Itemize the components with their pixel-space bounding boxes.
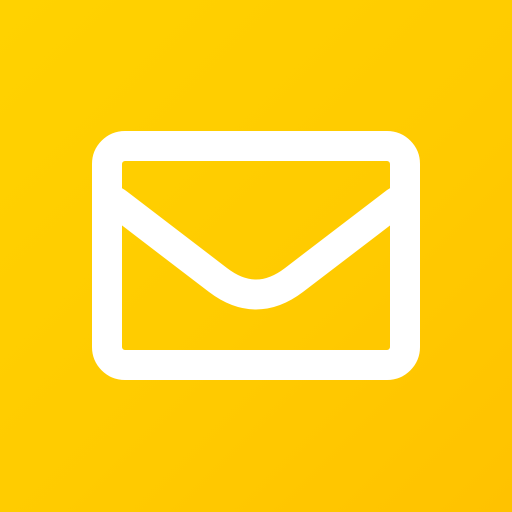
- envelope-body: [92, 131, 420, 380]
- mail-app-icon[interactable]: [0, 0, 512, 512]
- envelope-flap: [101, 187, 411, 310]
- envelope-icon: [92, 131, 420, 380]
